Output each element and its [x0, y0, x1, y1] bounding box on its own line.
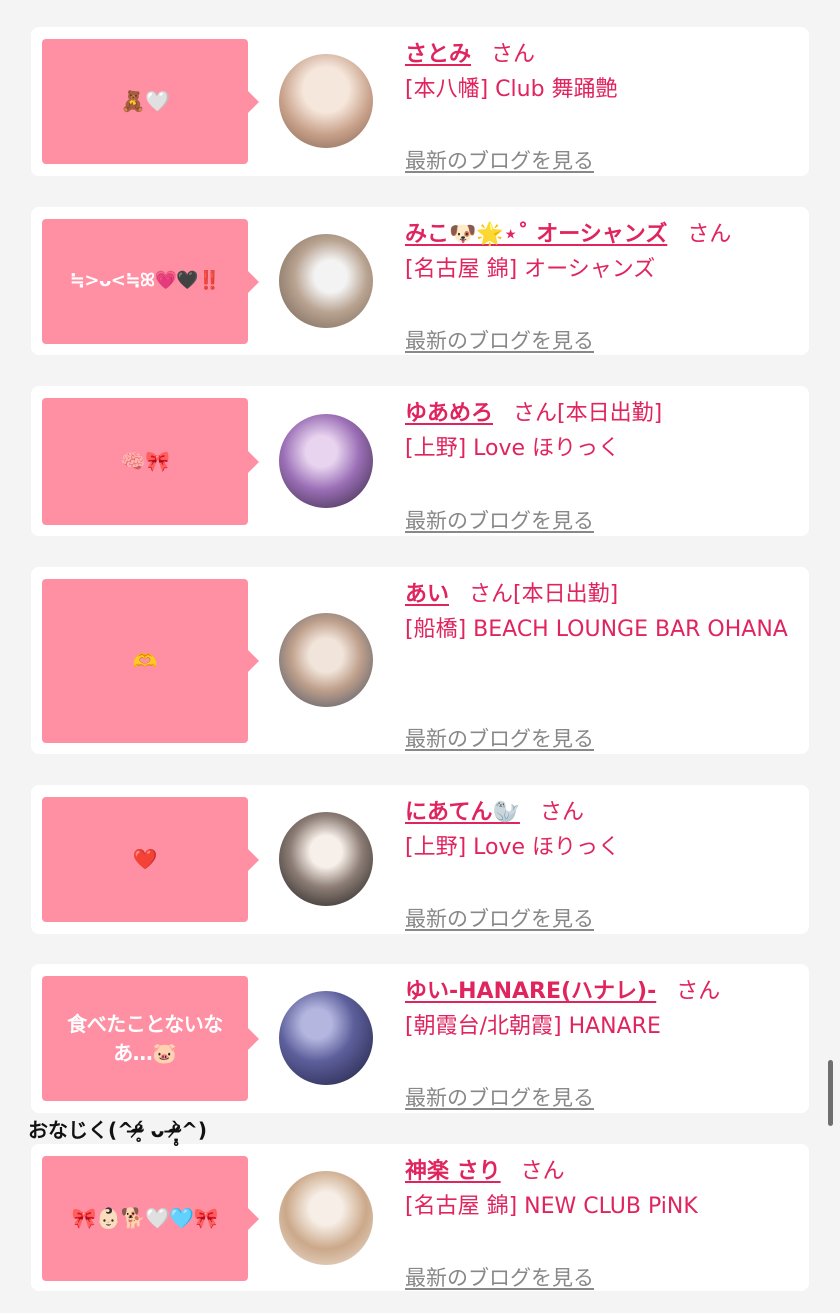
shop-name: [名古屋 錦] NEW CLUB PiNK: [405, 1194, 698, 1219]
cast-name-link[interactable]: みこ🐶🌟⋆˚ オーシャンズ: [405, 222, 667, 247]
avatar[interactable]: [279, 613, 373, 707]
avatar[interactable]: [279, 234, 373, 328]
latest-blog-link[interactable]: 最新のブログを見る: [405, 1262, 594, 1292]
cast-name-link[interactable]: さとみ: [405, 42, 471, 67]
name-suffix: さん[本日出勤]: [469, 582, 619, 607]
shop-name: [上野] Love ほりっく: [405, 436, 621, 461]
blog-card: 🧸🤍 さとみ さん [本八幡] Club 舞踊艶 最新のブログを見る: [31, 27, 809, 176]
cast-name-link[interactable]: あい: [405, 582, 449, 607]
comment-bubble: 食べたことないなあ…🐷: [42, 976, 259, 1101]
shop-name: [船橋] BEACH LOUNGE BAR OHANA: [405, 617, 788, 642]
avatar[interactable]: [279, 1171, 373, 1265]
comment-bubble: ≒>ᴗ<≒ꕤ💗🖤‼️: [42, 219, 259, 344]
avatar[interactable]: [279, 812, 373, 906]
name-suffix: さん: [687, 222, 732, 247]
name-suffix: さん[本日出勤]: [513, 401, 663, 426]
avatar[interactable]: [279, 991, 373, 1085]
shop-name: [朝霞台/北朝霞] HANARE: [405, 1014, 661, 1039]
name-suffix: さん: [676, 979, 721, 1004]
comment-bubble: 🎀👶🏻🐕🤍🩵🎀: [42, 1156, 259, 1281]
name-suffix: さん: [539, 800, 584, 825]
comment-bubble: ❤️: [42, 797, 259, 922]
avatar[interactable]: [279, 54, 373, 148]
blog-card: 食べたことないなあ…🐷 ゆい-HANARE(ハナレ)- さん [朝霞台/北朝霞] …: [31, 964, 809, 1113]
blog-card: 🧠🎀 ゆあめろ さん[本日出勤] [上野] Love ほりっく 最新のブログを見る: [31, 386, 809, 536]
cast-name-link[interactable]: ゆい-HANARE(ハナレ)-: [405, 979, 656, 1004]
blog-card: ≒>ᴗ<≒ꕤ💗🖤‼️ みこ🐶🌟⋆˚ オーシャンズ さん [名古屋 錦] オーシャン…: [31, 207, 809, 355]
shop-name: [本八幡] Club 舞踊艶: [405, 77, 618, 102]
latest-blog-link[interactable]: 最新のブログを見る: [405, 505, 594, 535]
cast-name-link[interactable]: ゆあめろ: [405, 401, 493, 426]
latest-blog-link[interactable]: 最新のブログを見る: [405, 325, 594, 355]
latest-blog-link[interactable]: 最新のブログを見る: [405, 1082, 594, 1112]
blog-card: ❤️ にあてん🦭 さん [上野] Love ほりっく 最新のブログを見る: [31, 785, 809, 934]
shop-name: [上野] Love ほりっく: [405, 835, 621, 860]
blog-card: 🎀👶🏻🐕🤍🩵🎀 神楽 さり さん [名古屋 錦] NEW CLUB PiNK 最新…: [31, 1144, 809, 1291]
comment-bubble: 🫶: [42, 579, 259, 743]
latest-blog-link[interactable]: 最新のブログを見る: [405, 145, 594, 175]
scrollbar[interactable]: [828, 1060, 833, 1126]
floating-comment-text: おなじく(^ᵒ̴̶̷̥́ ᴗ ᵒ̴̶̷̣̥̀^): [28, 1118, 207, 1142]
shop-name: [名古屋 錦] オーシャンズ: [405, 257, 656, 282]
comment-bubble: 🧠🎀: [42, 398, 259, 525]
name-suffix: さん: [520, 1159, 565, 1184]
cast-name-link[interactable]: 神楽 さり: [405, 1159, 501, 1184]
avatar[interactable]: [279, 414, 373, 508]
blog-card: 🫶 あい さん[本日出勤] [船橋] BEACH LOUNGE BAR OHANA…: [31, 567, 809, 754]
comment-bubble: 🧸🤍: [42, 39, 259, 164]
cast-name-link[interactable]: にあてん🦭: [405, 800, 520, 825]
latest-blog-link[interactable]: 最新のブログを見る: [405, 903, 594, 933]
name-suffix: さん: [491, 42, 536, 67]
latest-blog-link[interactable]: 最新のブログを見る: [405, 723, 594, 753]
